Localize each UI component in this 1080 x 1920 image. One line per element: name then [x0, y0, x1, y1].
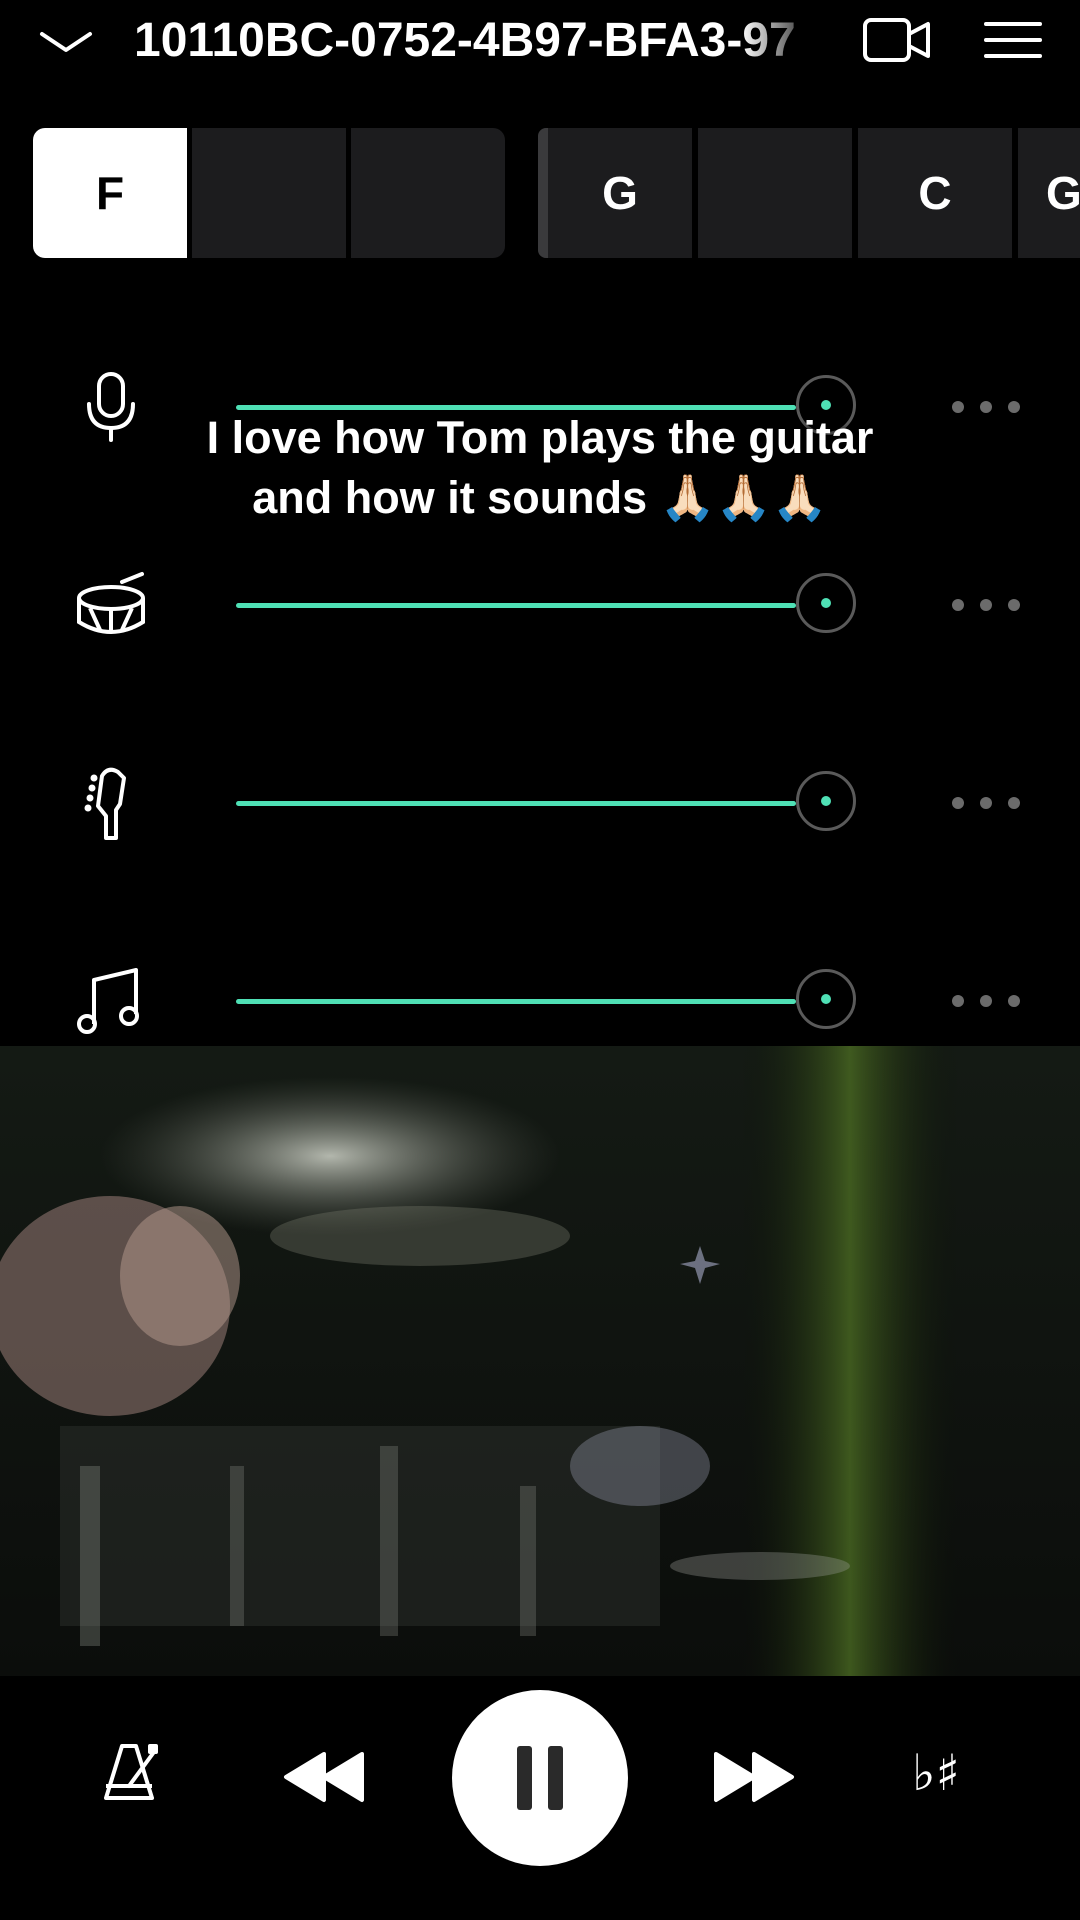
video-camera-icon[interactable]: [862, 14, 932, 66]
slider-knob[interactable]: [796, 969, 856, 1029]
pause-icon: [548, 1746, 563, 1810]
volume-slider-guitar[interactable]: [236, 768, 876, 838]
slider-knob[interactable]: [796, 771, 856, 831]
chord-cell-g[interactable]: G: [548, 128, 692, 258]
comment-overlay: I love how Tom plays the guitar and how …: [206, 412, 874, 523]
music-note-icon: [77, 968, 139, 1034]
drum-icon: [77, 572, 145, 634]
chord-cell-empty[interactable]: [351, 128, 505, 258]
more-options-icon[interactable]: [952, 595, 1020, 615]
rewind-icon[interactable]: [282, 1748, 366, 1806]
video-player[interactable]: [0, 1046, 1080, 1676]
slider-knob[interactable]: [796, 573, 856, 633]
more-options-icon[interactable]: [952, 991, 1020, 1011]
pause-icon: [517, 1746, 532, 1810]
chord-group-divider: [538, 128, 548, 258]
guitar-headstock-icon: [84, 767, 126, 840]
menu-icon[interactable]: [984, 18, 1042, 62]
chevron-down-icon[interactable]: [38, 22, 94, 62]
volume-slider-drums[interactable]: [236, 570, 876, 640]
more-options-icon[interactable]: [952, 397, 1020, 417]
chord-cell-c[interactable]: C: [858, 128, 1012, 258]
volume-slider-other[interactable]: [236, 966, 876, 1036]
chord-cell-g[interactable]: G: [1018, 128, 1080, 258]
chord-cell-empty[interactable]: [192, 128, 346, 258]
chord-cell-f[interactable]: F: [33, 128, 187, 258]
metronome-icon[interactable]: [98, 1738, 164, 1804]
more-options-icon[interactable]: [952, 793, 1020, 813]
fast-forward-icon[interactable]: [712, 1748, 796, 1806]
pause-button[interactable]: [452, 1690, 628, 1866]
transpose-icon[interactable]: ♭♯: [912, 1738, 990, 1810]
chord-cell-empty[interactable]: [698, 128, 852, 258]
song-title[interactable]: 10110BC-0752-4B97-BFA3-97: [134, 6, 824, 76]
microphone-icon: [87, 372, 135, 442]
